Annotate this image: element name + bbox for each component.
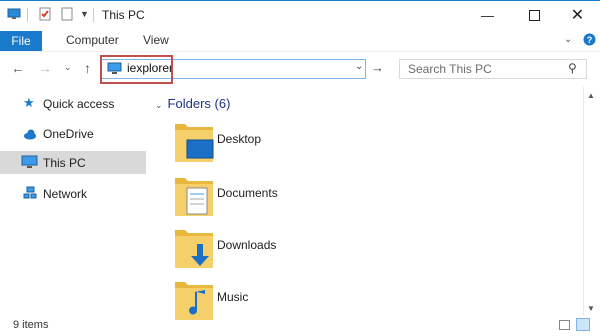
minimize-button[interactable]: —	[465, 0, 510, 30]
sidebar-item-label: OneDrive	[43, 126, 94, 141]
expand-ribbon-icon[interactable]: ⌄	[564, 34, 572, 45]
large-icons-view-icon[interactable]	[576, 318, 590, 331]
recent-locations-icon[interactable]: ⌄	[64, 62, 72, 73]
tab-file[interactable]: File	[0, 31, 42, 51]
downloads-folder-icon	[175, 230, 213, 268]
address-highlight	[100, 55, 173, 84]
folder-music[interactable]: Music	[170, 276, 350, 324]
sidebar-item-onedrive[interactable]: OneDrive	[0, 122, 146, 145]
customize-toolbar-icon[interactable]: ▼	[80, 9, 89, 19]
sidebar-item-label: Network	[43, 186, 88, 201]
computer-icon	[7, 8, 21, 19]
cloud-icon	[24, 129, 36, 140]
divider	[93, 8, 94, 22]
maximize-button[interactable]	[512, 0, 557, 30]
details-view-icon[interactable]	[559, 320, 570, 330]
back-button[interactable]: ←	[11, 60, 25, 76]
music-folder-icon	[175, 282, 213, 320]
sidebar-item-label: Quick access	[43, 96, 115, 111]
collapse-chevron-icon[interactable]: ⌄	[155, 100, 163, 110]
desktop-folder-icon	[175, 124, 214, 162]
sidebar-item-this-pc[interactable]: This PC	[0, 151, 146, 174]
sidebar-item-network[interactable]: Network	[0, 182, 146, 205]
go-button[interactable]: →	[371, 60, 384, 75]
scroll-down-icon[interactable]: ▼	[587, 304, 595, 313]
new-folder-icon[interactable]	[60, 7, 74, 21]
folder-desktop[interactable]: Desktop	[170, 118, 350, 166]
status-item-count: 9 items	[13, 319, 49, 331]
window-title: This PC	[102, 8, 145, 22]
folder-downloads[interactable]: Downloads	[170, 224, 350, 272]
title-bar	[0, 0, 600, 31]
folders-section-header[interactable]: ⌄ Folders (6)	[155, 96, 230, 111]
properties-icon[interactable]	[38, 7, 52, 21]
computer-icon	[21, 155, 38, 168]
section-title: Folders (6)	[167, 96, 231, 111]
sidebar-item-quick-access[interactable]: ★ Quick access	[0, 92, 146, 115]
search-icon[interactable]: ⚲	[568, 61, 577, 75]
vertical-scrollbar[interactable]	[583, 87, 600, 316]
folder-label: Desktop	[217, 132, 262, 146]
network-icon	[23, 186, 37, 199]
address-dropdown-icon[interactable]: ⌄	[355, 61, 363, 72]
folder-label: Music	[217, 290, 249, 304]
folder-label: Downloads	[217, 238, 277, 252]
help-icon[interactable]: ?	[583, 33, 596, 46]
search-input[interactable]: Search This PC	[408, 62, 492, 76]
svg-text:?: ?	[587, 35, 593, 45]
sidebar-item-label: This PC	[43, 155, 86, 170]
tab-view[interactable]: View	[143, 33, 169, 47]
up-button[interactable]: ↑	[84, 60, 91, 76]
divider	[27, 8, 28, 22]
star-icon: ★	[23, 95, 35, 110]
scroll-up-icon[interactable]: ▲	[587, 91, 595, 100]
close-button[interactable]: ✕	[555, 0, 600, 30]
documents-folder-icon	[175, 178, 213, 216]
tab-computer[interactable]: Computer	[66, 33, 119, 47]
forward-button[interactable]: →	[38, 60, 52, 76]
folder-label: Documents	[217, 186, 278, 200]
folder-documents[interactable]: Documents	[170, 172, 350, 220]
